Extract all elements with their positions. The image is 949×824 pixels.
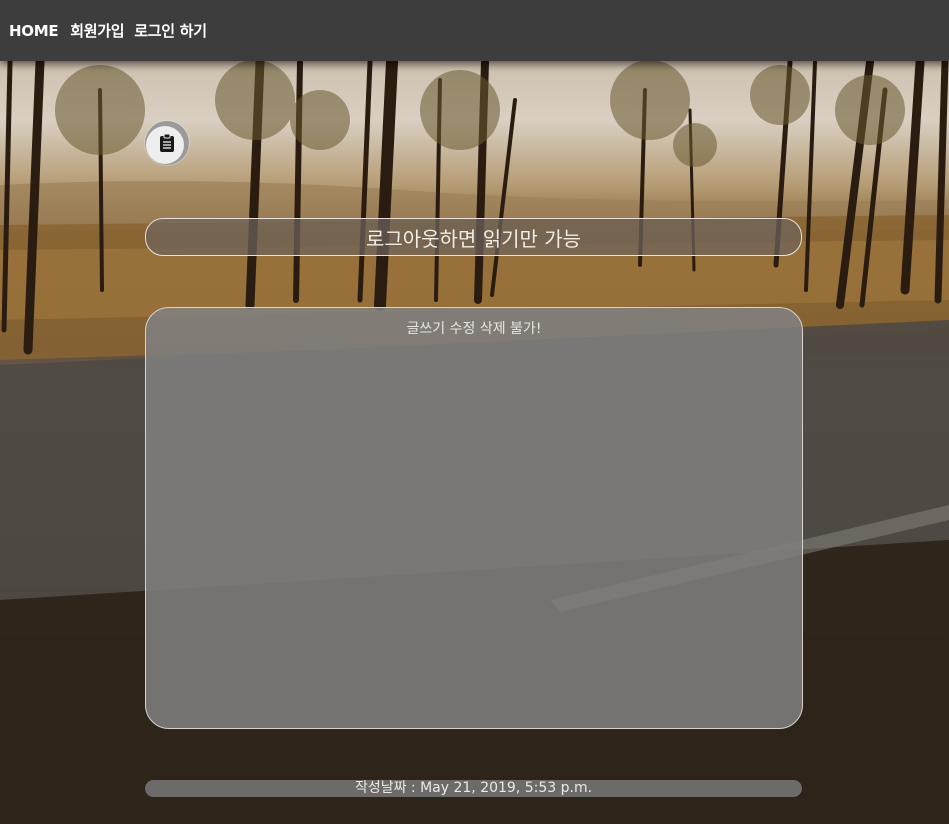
- nav-signup-link[interactable]: 회원가입: [70, 20, 124, 41]
- post-date-bar: 작성날짜 : May 21, 2019, 5:53 p.m.: [145, 780, 802, 797]
- nav-login-link[interactable]: 로그인 하기: [134, 20, 207, 41]
- post-date: 작성날짜 : May 21, 2019, 5:53 p.m.: [354, 780, 593, 796]
- post-content-box: 글쓰기 수정 삭제 불가!: [145, 307, 803, 729]
- clipboard-icon: [145, 121, 189, 165]
- post-content: 글쓰기 수정 삭제 불가!: [406, 321, 542, 337]
- nav-home-link[interactable]: HOME: [9, 22, 59, 40]
- top-navbar: HOME 회원가입 로그인 하기: [0, 0, 949, 61]
- post-title-bar: 로그아웃하면 읽기만 가능: [145, 218, 802, 256]
- post-title: 로그아웃하면 읽기만 가능: [365, 226, 582, 251]
